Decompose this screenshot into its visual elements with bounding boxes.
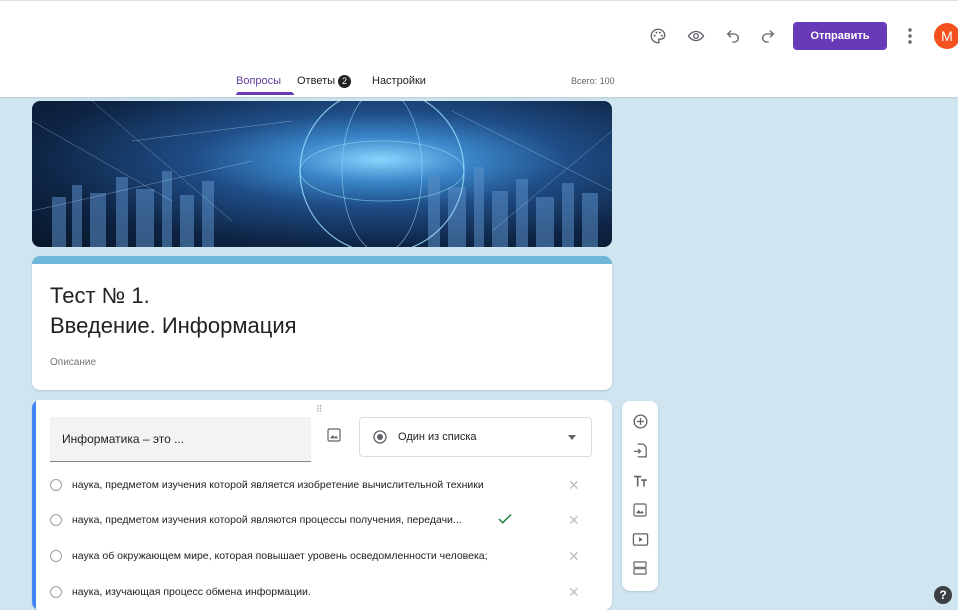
undo-icon[interactable] [722,25,744,47]
active-tab-indicator [236,92,294,95]
form-title[interactable]: Тест № 1. Введение. Информация [50,281,297,341]
option-row: наука, предметом изучения которой являют… [50,511,590,531]
video-icon[interactable] [631,530,649,548]
floating-toolbar [622,401,658,591]
send-button[interactable]: Отправить [793,22,887,50]
option-text[interactable]: наука, изучающая процесс обмена информац… [72,586,311,598]
radio-circle-icon [50,514,62,526]
total-points: Всего: 100 [571,76,615,86]
drag-handle-icon[interactable]: ⠿ [316,404,324,415]
radio-circle-icon [50,479,62,491]
question-card: ⠿ Информатика – это ... Один из списка н… [32,400,612,610]
tab-settings[interactable]: Настройки [372,73,426,97]
title-card-accent [32,256,612,264]
top-bar: Отправить M Вопросы Ответы 2 Настройки Вс… [0,0,958,97]
active-card-indicator [32,400,36,610]
avatar[interactable]: M [934,23,958,49]
radio-circle-icon [50,586,62,598]
remove-option-icon[interactable]: ✕ [568,584,580,601]
option-text[interactable]: наука об окружающем мире, которая повыша… [72,550,488,562]
question-title-text: Информатика – это ... [62,432,185,446]
option-row: наука, предметом изучения которой являет… [50,476,590,496]
responses-count-badge: 2 [338,74,352,88]
eye-icon[interactable] [685,25,707,47]
radio-button-icon [373,430,387,444]
chevron-down-icon [568,435,576,440]
image-icon[interactable] [631,501,649,519]
add-image-icon[interactable] [326,427,346,447]
remove-option-icon[interactable]: ✕ [568,477,580,494]
form-description[interactable]: Описание [50,357,96,368]
tab-responses-label: Ответы [297,75,336,87]
question-title-input[interactable]: Информатика – это ... [50,417,311,462]
import-questions-icon[interactable] [631,441,649,459]
section-icon[interactable] [631,559,649,577]
option-row: наука, изучающая процесс обмена информац… [50,583,590,603]
palette-icon[interactable] [647,25,669,47]
remove-option-icon[interactable]: ✕ [568,548,580,565]
help-icon[interactable]: ? [934,586,952,604]
correct-answer-check-icon [498,513,512,524]
remove-option-icon[interactable]: ✕ [568,512,580,529]
radio-circle-icon [50,550,62,562]
option-text[interactable]: наука, предметом изучения которой являют… [72,514,462,526]
add-question-icon[interactable] [631,412,649,430]
more-vert-icon[interactable] [899,25,921,47]
question-type-label: Один из списка [398,431,477,443]
redo-icon[interactable] [757,25,779,47]
question-type-select[interactable]: Один из списка [359,417,592,457]
option-text[interactable]: наука, предметом изучения которой являет… [72,479,484,491]
header-banner-image [32,101,612,247]
tab-bar: Вопросы Ответы 2 Настройки Всего: 100 [0,73,958,97]
option-row: наука об окружающем мире, которая повыша… [50,547,590,567]
form-title-card: Тест № 1. Введение. Информация Описание [32,256,612,390]
title-text-icon[interactable] [631,472,649,490]
tab-responses[interactable]: Ответы 2 [297,73,352,97]
